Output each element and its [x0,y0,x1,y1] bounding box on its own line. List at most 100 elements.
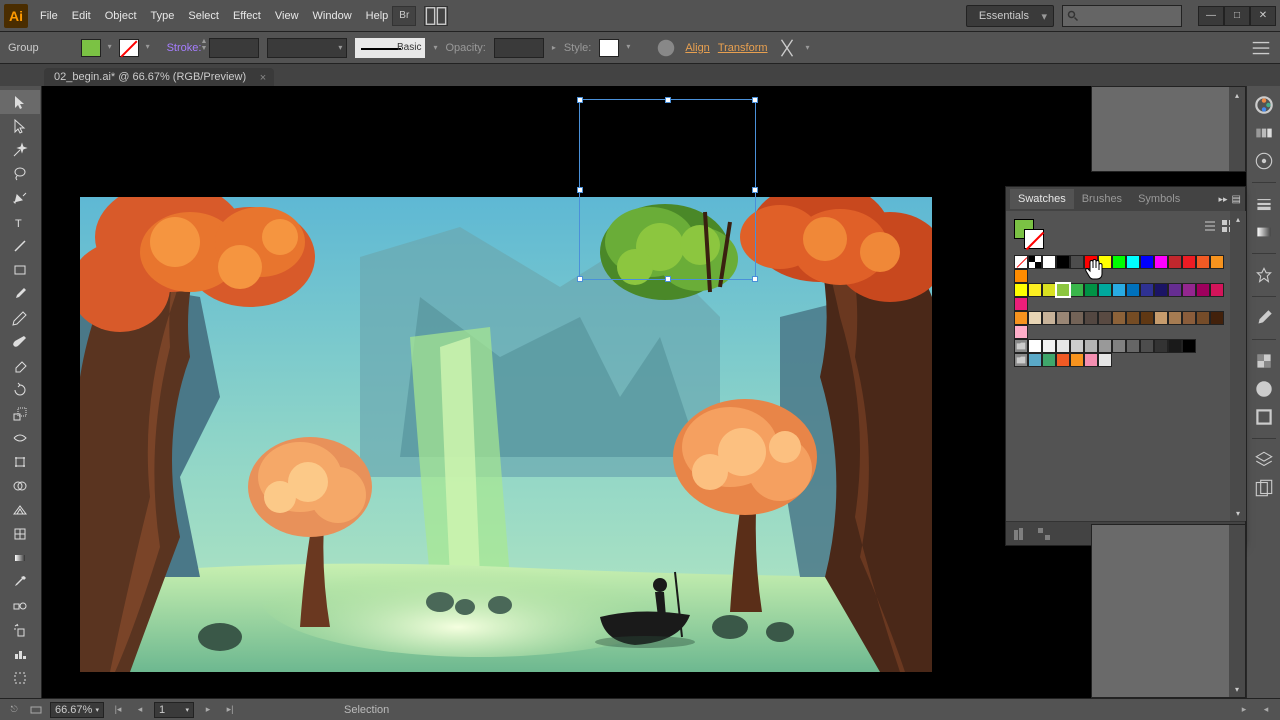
isolate-icon[interactable] [776,37,798,59]
selection-tool[interactable] [0,90,40,114]
stroke-label[interactable]: Stroke: [167,42,202,54]
swatch[interactable] [1084,283,1098,297]
swatch[interactable] [1014,297,1028,311]
maximize-button[interactable]: □ [1224,6,1250,26]
swatch[interactable] [1042,255,1056,269]
swatch[interactable] [1056,339,1070,353]
paintbrush-tool[interactable] [0,282,40,306]
swatch[interactable] [1126,255,1140,269]
close-tab-icon[interactable]: × [260,72,266,84]
swatch[interactable] [1182,339,1196,353]
fill-swatch[interactable] [81,39,101,57]
panel-menu-icon[interactable] [1250,37,1272,59]
swatch[interactable] [1070,339,1084,353]
transform-link[interactable]: Transform [718,42,768,54]
swatch[interactable] [1028,353,1042,367]
stroke-panel-icon[interactable] [1253,193,1275,215]
collapsed-panel-2[interactable]: ▾ [1091,524,1246,698]
search-input[interactable] [1062,5,1182,27]
free-transform-tool[interactable] [0,450,40,474]
column-graph-tool[interactable] [0,642,40,666]
swatch[interactable] [1196,255,1210,269]
swatch[interactable] [1112,255,1126,269]
swatch[interactable] [1042,311,1056,325]
perspective-grid-tool[interactable] [0,498,40,522]
swatch[interactable] [1014,325,1028,339]
swatch[interactable] [1210,255,1224,269]
swatch[interactable] [1098,353,1112,367]
menu-object[interactable]: Object [105,10,137,22]
swatch[interactable] [1042,353,1056,367]
swatch[interactable] [1084,353,1098,367]
pencil-tool[interactable] [0,306,40,330]
swatch[interactable] [1056,255,1070,269]
minimize-button[interactable]: — [1198,6,1224,26]
eyedropper-tool[interactable] [0,570,40,594]
swatch[interactable] [1154,283,1168,297]
swatch[interactable] [1070,255,1084,269]
rotate-tool[interactable] [0,378,40,402]
eraser-tool[interactable] [0,354,40,378]
width-tool[interactable] [0,426,40,450]
tab-swatches[interactable]: Swatches [1010,189,1074,209]
swatch[interactable] [1168,283,1182,297]
swatch[interactable] [1112,311,1126,325]
swatch[interactable] [1084,311,1098,325]
graphic-styles-icon[interactable] [1253,406,1275,428]
swatch[interactable] [1014,311,1028,325]
pen-tool[interactable] [0,186,40,210]
gradient-panel-icon[interactable] [1253,221,1275,243]
swatch[interactable] [1154,255,1168,269]
brush-definition[interactable]: Basic [355,38,425,58]
show-swatch-kinds-icon[interactable] [1036,526,1052,542]
swatch[interactable] [1070,283,1084,297]
stroke-weight-field[interactable]: ▲▼ [209,38,259,58]
brushes-panel-icon[interactable] [1253,307,1275,329]
opacity-field[interactable] [494,38,544,58]
swatch[interactable] [1070,353,1084,367]
rectangle-tool[interactable] [0,258,40,282]
lasso-tool[interactable] [0,162,40,186]
first-button[interactable]: |◂ [110,703,126,717]
swatch[interactable] [1140,311,1154,325]
swatch[interactable] [1070,311,1084,325]
zoom-out-icon[interactable] [28,703,44,717]
zoom-field[interactable]: 66.67%▾ [50,702,104,718]
artboards-panel-icon[interactable] [1253,477,1275,499]
swatch[interactable] [1014,269,1028,283]
recolor-icon[interactable] [655,37,677,59]
swatch[interactable] [1028,255,1042,269]
swatch[interactable] [1112,339,1126,353]
mesh-tool[interactable] [0,522,40,546]
swatch[interactable] [1014,283,1028,297]
last-button[interactable]: ▸| [222,703,238,717]
artboard-tool[interactable] [0,666,40,690]
collapse-panel-icon[interactable]: ▸▸ [1219,194,1228,205]
swatch[interactable] [1042,283,1056,297]
magic-wand-tool[interactable] [0,138,40,162]
swatch[interactable] [1196,311,1210,325]
swatch[interactable] [1196,283,1210,297]
swatch[interactable] [1098,283,1112,297]
swatch[interactable] [1210,283,1224,297]
direct-selection-tool[interactable] [0,114,40,138]
layers-panel-icon[interactable] [1253,449,1275,471]
menu-select[interactable]: Select [188,10,219,22]
menu-window[interactable]: Window [313,10,352,22]
swatch[interactable] [1028,283,1042,297]
stroke-swatch[interactable] [119,39,139,57]
bridge-icon[interactable]: Br [392,6,416,26]
swatch[interactable] [1042,339,1056,353]
swatch[interactable] [1168,311,1182,325]
swatch[interactable] [1126,339,1140,353]
play-icon[interactable]: ▸ [1236,703,1252,717]
menu-edit[interactable]: Edit [72,10,91,22]
panel-menu-icon[interactable]: ▤ [1232,194,1241,205]
next-button[interactable]: ▸ [200,703,216,717]
tab-brushes[interactable]: Brushes [1074,189,1130,209]
kuler-icon[interactable] [1253,150,1275,172]
swatch[interactable] [1014,255,1028,269]
blend-tool[interactable] [0,594,40,618]
symbols-panel-icon[interactable] [1253,264,1275,286]
scale-tool[interactable] [0,402,40,426]
